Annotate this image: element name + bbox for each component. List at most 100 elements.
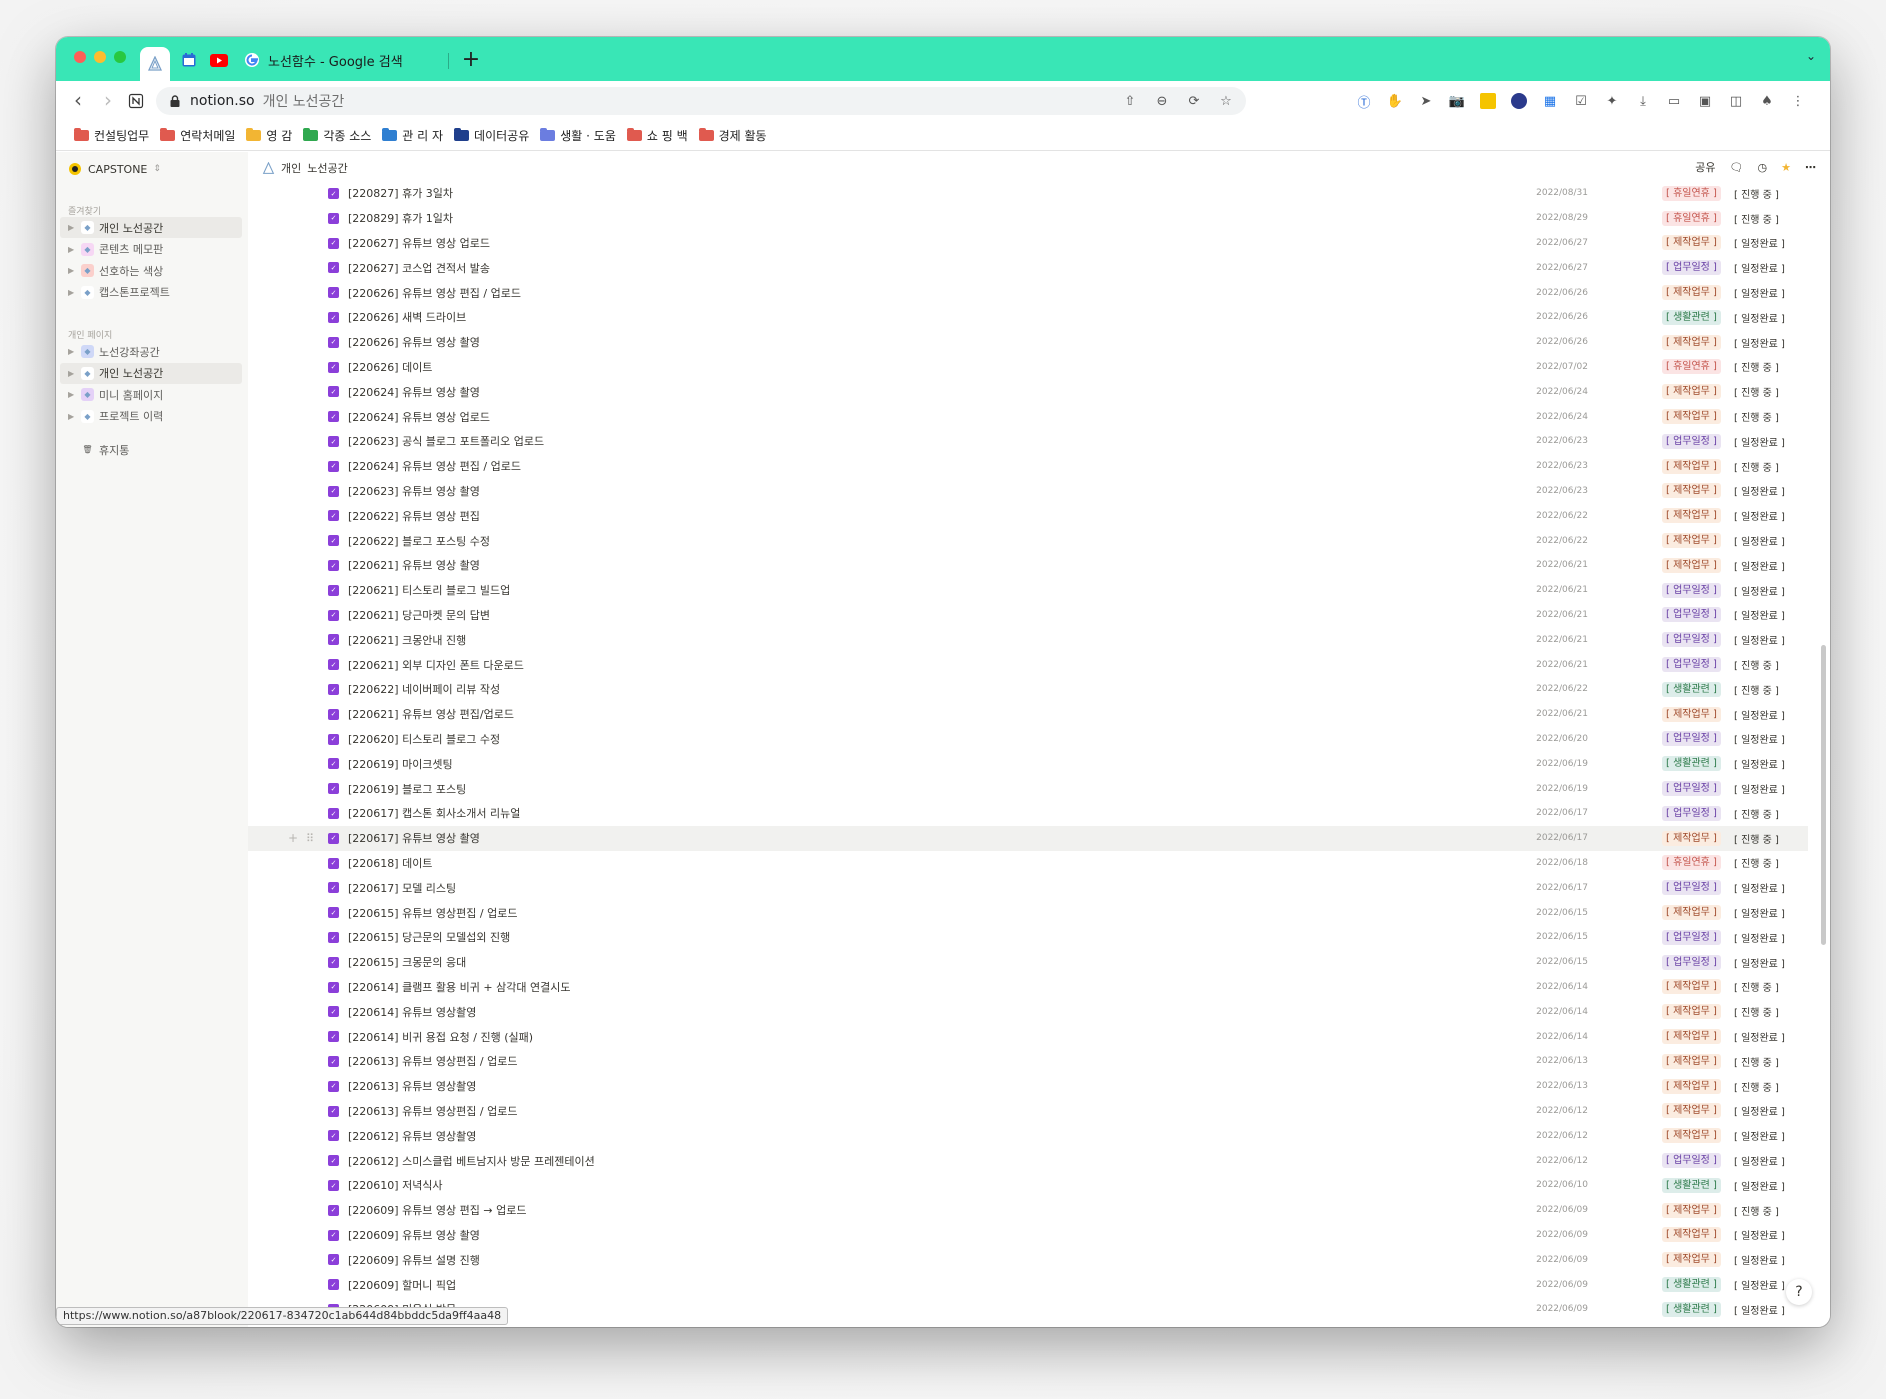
- media-icon[interactable]: ▭: [1666, 93, 1682, 109]
- bookmark-folder[interactable]: 쇼 핑 백: [626, 127, 688, 144]
- close-window-button[interactable]: [74, 51, 86, 63]
- bookmark-star-icon[interactable]: ☆: [1218, 93, 1234, 109]
- row-title[interactable]: [220613] 유튜브 영상촬영: [348, 1078, 476, 1094]
- row-title[interactable]: [220612] 스미스클럽 베트남지사 방문 프레젠테이션: [348, 1153, 595, 1169]
- table-row[interactable]: ✓ [220609] 유튜브 영상 편집 → 업로드 2022/06/09 [ 제작업…: [248, 1198, 1808, 1223]
- screenshot-icon[interactable]: ▣: [1697, 93, 1713, 109]
- table-row[interactable]: ✓ [220626] 유튜브 영상 촬영 2022/06/26 [ 제작업무 ] [ 일…: [248, 330, 1808, 355]
- table-row[interactable]: ✓ [220621] 크몽안내 진행 2022/06/21 [ 업무일정 ] [ 일정완…: [248, 627, 1808, 652]
- share-button[interactable]: 공유: [1695, 159, 1715, 175]
- row-title[interactable]: [220622] 블로그 포스팅 수정: [348, 533, 490, 549]
- sidebar-page-item[interactable]: ▶ ◆ 개인 노선공간: [60, 362, 242, 384]
- table-row[interactable]: ✓ [220615] 유튜브 영상편집 / 업로드 2022/06/15 [ 제작업무…: [248, 900, 1808, 925]
- puzzle-extensions-icon[interactable]: ✦: [1604, 93, 1620, 109]
- sidebar-page-item[interactable]: ▶ ◆ 캡스톤프로젝트: [60, 282, 242, 303]
- table-row[interactable]: ✓ [220622] 유튜브 영상 편집 2022/06/22 [ 제작업무 ] [ 일…: [248, 503, 1808, 528]
- table-row[interactable]: ✓ [220621] 외부 디자인 폰트 다운로드 2022/06/21 [ 업무일정…: [248, 652, 1808, 677]
- row-title[interactable]: [220617] 캡스톤 회사소개서 리뉴얼: [348, 805, 520, 821]
- row-title[interactable]: [220620] 티스토리 블로그 수정: [348, 731, 500, 747]
- send-extension-icon[interactable]: ➤: [1418, 93, 1434, 109]
- row-title[interactable]: [220615] 유튜브 영상편집 / 업로드: [348, 905, 517, 921]
- tab-google-search[interactable]: 노선함수 - Google 검색: [240, 45, 450, 75]
- row-title[interactable]: [220617] 유튜브 영상 촬영: [348, 830, 480, 846]
- table-row[interactable]: ✓ [220618] 데이트 2022/06/18 [ 휴일연휴 ] [ 진행 중 ]: [248, 851, 1808, 876]
- camera-icon[interactable]: 📷: [1449, 93, 1465, 109]
- breadcrumb[interactable]: 개인 노선공간: [262, 160, 348, 176]
- table-row[interactable]: ✓ [220626] 데이트 2022/07/02 [ 휴일연휴 ] [ 진행 중 ]: [248, 355, 1808, 380]
- table-row[interactable]: ✓ [220615] 크몽문의 응대 2022/06/15 [ 업무일정 ] [ 일정완…: [248, 950, 1808, 975]
- more-options-icon[interactable]: ⋯: [1805, 161, 1816, 174]
- table-row[interactable]: ✓ [220621] 유튜브 영상 촬영 2022/06/21 [ 제작업무 ] [ 일…: [248, 553, 1808, 578]
- minimize-window-button[interactable]: [94, 51, 106, 63]
- row-title[interactable]: [220610] 저녁식사: [348, 1177, 443, 1193]
- row-title[interactable]: [220624] 유튜브 영상 촬영: [348, 384, 480, 400]
- row-title[interactable]: [220614] 비귀 용접 요청 / 진행 (실패): [348, 1029, 533, 1045]
- expand-toggle-icon[interactable]: ▶: [68, 390, 76, 399]
- table-row[interactable]: + ⠿ ✓ [220617] 유튜브 영상 촬영 2022/06/17 [ 제작업무 ] […: [248, 825, 1808, 851]
- table-row[interactable]: ✓ [220626] 유튜브 영상 편집 / 업로드 2022/06/26 [ 제작업…: [248, 280, 1808, 305]
- row-title[interactable]: [220621] 크몽안내 진행: [348, 632, 466, 648]
- expand-toggle-icon[interactable]: ▶: [68, 223, 76, 232]
- row-title[interactable]: [220626] 유튜브 영상 편집 / 업로드: [348, 285, 521, 301]
- drag-handle-icon[interactable]: ⠿: [306, 832, 314, 845]
- row-title[interactable]: [220613] 유튜브 영상편집 / 업로드: [348, 1053, 517, 1069]
- row-title[interactable]: [220626] 새벽 드라이브: [348, 309, 466, 325]
- row-title[interactable]: [220621] 유튜브 영상 편집/업로드: [348, 706, 514, 722]
- yellow-extension-icon[interactable]: [1480, 93, 1496, 109]
- sidebar-page-item[interactable]: ▶ ◆ 콘텐츠 메모판: [60, 239, 242, 260]
- password-manager-icon[interactable]: Ⓣ: [1356, 93, 1372, 111]
- row-title[interactable]: [220621] 당근마켓 문의 답변: [348, 607, 490, 623]
- scrollbar-thumb[interactable]: [1821, 645, 1826, 945]
- row-title[interactable]: [220627] 유튜브 영상 업로드: [348, 235, 490, 251]
- table-row[interactable]: ✓ [220624] 유튜브 영상 편집 / 업로드 2022/06/23 [ 제작업…: [248, 454, 1808, 479]
- row-title[interactable]: [220827] 휴가 3일차: [348, 185, 453, 201]
- sidebar-trash[interactable]: 🗑 휴지통: [60, 439, 242, 460]
- table-row[interactable]: ✓ [220623] 공식 블로그 포트폴리오 업로드 2022/06/23 [ 업무…: [248, 429, 1808, 454]
- row-title[interactable]: [220612] 유튜브 영상촬영: [348, 1128, 476, 1144]
- expand-toggle-icon[interactable]: ▶: [68, 369, 76, 378]
- table-row[interactable]: ✓ [220612] 유튜브 영상촬영 2022/06/12 [ 제작업무 ] [ 일정…: [248, 1123, 1808, 1148]
- checklist-extension-icon[interactable]: ☑: [1573, 93, 1589, 109]
- new-tab-button[interactable]: +: [458, 47, 484, 73]
- row-title[interactable]: [220829] 휴가 1일차: [348, 210, 453, 226]
- profile-avatar-icon[interactable]: ♠: [1759, 93, 1775, 109]
- table-row[interactable]: ✓ [220614] 비귀 용접 요청 / 진행 (실패) 2022/06/14 [ …: [248, 1024, 1808, 1049]
- table-row[interactable]: ✓ [220609] 유튜브 영상 촬영 2022/06/09 [ 제작업무 ] [ 일…: [248, 1223, 1808, 1248]
- back-button[interactable]: ‹: [66, 89, 90, 113]
- table-row[interactable]: ✓ [220614] 클램프 활용 비귀 + 삼각대 연결시도 2022/06/14…: [248, 975, 1808, 1000]
- table-row[interactable]: ✓ [220610] 저녁식사 2022/06/10 [ 생활관련 ] [ 일정완료 ]: [248, 1173, 1808, 1198]
- row-title[interactable]: [220624] 유튜브 영상 업로드: [348, 409, 490, 425]
- table-row[interactable]: ✓ [220627] 코스업 견적서 발송 2022/06/27 [ 업무일정 ] [ …: [248, 255, 1808, 280]
- table-row[interactable]: ✓ [220622] 네이버페이 리뷰 작성 2022/06/22 [ 생활관련 ] […: [248, 677, 1808, 702]
- table-row[interactable]: ✓ [220624] 유튜브 영상 촬영 2022/06/24 [ 제작업무 ] [ 진…: [248, 379, 1808, 404]
- expand-toggle-icon[interactable]: ▶: [68, 245, 76, 254]
- row-title[interactable]: [220623] 공식 블로그 포트폴리오 업로드: [348, 433, 544, 449]
- table-row[interactable]: ✓ [220623] 유튜브 영상 촬영 2022/06/23 [ 제작업무 ] [ 일…: [248, 479, 1808, 504]
- table-row[interactable]: ✓ [220624] 유튜브 영상 업로드 2022/06/24 [ 제작업무 ] [ …: [248, 404, 1808, 429]
- breadcrumb-current[interactable]: 노선공간: [307, 160, 347, 176]
- zoom-out-icon[interactable]: ⊖: [1154, 93, 1170, 109]
- row-title[interactable]: [220627] 코스업 견적서 발송: [348, 260, 490, 276]
- table-row[interactable]: ✓ [220614] 유튜브 영상촬영 2022/06/14 [ 제작업무 ] [ 진행…: [248, 999, 1808, 1024]
- breadcrumb-parent[interactable]: 개인: [281, 160, 301, 176]
- bookmark-folder[interactable]: 경제 활동: [698, 127, 767, 144]
- hand-extension-icon[interactable]: ✋: [1387, 93, 1403, 109]
- table-row[interactable]: ✓ [220622] 블로그 포스팅 수정 2022/06/22 [ 제작업무 ] [ …: [248, 528, 1808, 553]
- zoom-window-button[interactable]: [114, 51, 126, 63]
- row-title[interactable]: [220609] 유튜브 영상 편집 → 업로드: [348, 1202, 526, 1218]
- sidebar-page-item[interactable]: ▶ ◆ 프로젝트 이력: [60, 406, 242, 427]
- table-row[interactable]: ✓ [220827] 휴가 3일차 2022/08/31 [ 휴일연휴 ] [ 진행 중…: [248, 181, 1808, 206]
- table-row[interactable]: ✓ [220617] 캡스톤 회사소개서 리뉴얼 2022/06/17 [ 업무일정 …: [248, 801, 1808, 826]
- updates-clock-icon[interactable]: ◷: [1758, 161, 1768, 174]
- translate-icon[interactable]: ⟳: [1186, 93, 1202, 109]
- table-row[interactable]: ✓ [220619] 마이크셋팅 2022/06/19 [ 생활관련 ] [ 일정완료 …: [248, 751, 1808, 776]
- row-title[interactable]: [220615] 크몽문의 응대: [348, 954, 466, 970]
- table-row[interactable]: ✓ [220613] 유튜브 영상편집 / 업로드 2022/06/13 [ 제작업무…: [248, 1049, 1808, 1074]
- bookmark-folder[interactable]: 각종 소스: [303, 127, 371, 144]
- table-row[interactable]: ✓ [220613] 유튜브 영상촬영 2022/06/13 [ 제작업무 ] [ 진행…: [248, 1074, 1808, 1099]
- workspace-switcher[interactable]: CAPSTONE ⇕: [68, 162, 161, 176]
- sidebar-page-item[interactable]: ▶ ◆ 미니 홈페이지: [60, 384, 242, 405]
- address-bar[interactable]: notion.so 개인 노선공간 ⇧ ⊖ ⟳ ☆: [156, 87, 1246, 115]
- table-row[interactable]: ✓ [220621] 당근마켓 문의 답변 2022/06/21 [ 업무일정 ] [ …: [248, 603, 1808, 628]
- row-title[interactable]: [220614] 클램프 활용 비귀 + 삼각대 연결시도: [348, 979, 570, 995]
